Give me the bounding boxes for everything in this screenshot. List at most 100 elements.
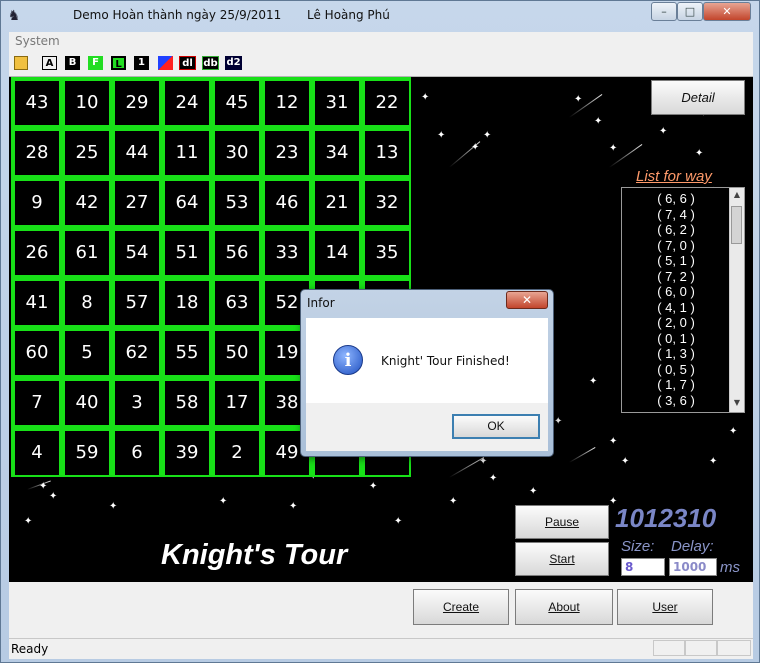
close-button[interactable]: ✕ — [703, 2, 751, 21]
dialog-close-button[interactable]: ✕ — [506, 291, 548, 309]
start-button[interactable]: Start — [515, 542, 609, 576]
star-decoration: ✦ — [659, 126, 668, 137]
board-cell[interactable]: 60 — [15, 331, 59, 375]
board-cell[interactable]: 17 — [215, 381, 259, 425]
maximize-button[interactable]: □ — [677, 2, 703, 21]
board-cell[interactable]: 29 — [115, 81, 159, 125]
list-item[interactable]: ( 6, 2 ) — [622, 222, 744, 238]
scroll-down-icon[interactable]: ▼ — [732, 398, 742, 408]
menu-system[interactable]: System — [15, 34, 60, 48]
dialog-ok-button[interactable]: OK — [452, 414, 540, 439]
toolbar-button-1[interactable]: 1 — [134, 56, 149, 70]
scroll-up-icon[interactable]: ▲ — [732, 190, 742, 200]
board-cell[interactable]: 58 — [165, 381, 209, 425]
detail-button[interactable]: Detail — [651, 80, 745, 115]
board-cell[interactable]: 59 — [65, 431, 109, 475]
board-cell[interactable]: 21 — [315, 181, 359, 225]
board-cell[interactable]: 7 — [15, 381, 59, 425]
board-cell[interactable]: 57 — [115, 281, 159, 325]
board-cell[interactable]: 2 — [215, 431, 259, 475]
board-cell[interactable]: 4 — [15, 431, 59, 475]
board-cell[interactable]: 40 — [65, 381, 109, 425]
board-cell[interactable]: 42 — [65, 181, 109, 225]
toolbar-button-dl[interactable]: dl — [179, 56, 196, 70]
board-cell[interactable]: 63 — [215, 281, 259, 325]
user-button[interactable]: User — [617, 589, 713, 625]
scroll-thumb[interactable] — [731, 206, 742, 244]
app-icon[interactable]: ♞ — [5, 7, 23, 25]
board-cell[interactable]: 39 — [165, 431, 209, 475]
color-square-icon[interactable] — [158, 56, 173, 70]
board-cell[interactable]: 55 — [165, 331, 209, 375]
board-cell[interactable]: 11 — [165, 131, 209, 175]
minimize-button[interactable]: – — [651, 2, 677, 21]
size-input[interactable]: 8 — [621, 558, 665, 576]
list-item[interactable]: ( 0, 1 ) — [622, 331, 744, 347]
toolbar-button-b[interactable]: B — [65, 56, 80, 70]
board-cell[interactable]: 32 — [365, 181, 409, 225]
board-cell[interactable]: 50 — [215, 331, 259, 375]
board-cell[interactable]: 22 — [365, 81, 409, 125]
list-item[interactable]: ( 0, 5 ) — [622, 362, 744, 378]
board-cell[interactable]: 35 — [365, 231, 409, 275]
toolbar-button-f[interactable]: F — [88, 56, 103, 70]
star-decoration: ✦ — [289, 501, 298, 512]
list-item[interactable]: ( 6, 0 ) — [622, 284, 744, 300]
delay-input[interactable]: 1000 — [669, 558, 717, 576]
open-folder-icon[interactable] — [14, 56, 28, 70]
board-cell[interactable]: 27 — [115, 181, 159, 225]
toolbar-button-d2[interactable]: d2 — [225, 56, 242, 70]
path-list[interactable]: ( 6, 6 )( 7, 4 )( 6, 2 )( 7, 0 )( 5, 1 )… — [621, 187, 745, 413]
list-item[interactable]: ( 7, 4 ) — [622, 207, 744, 223]
board-cell[interactable]: 44 — [115, 131, 159, 175]
board-cell[interactable]: 43 — [15, 81, 59, 125]
board-cell[interactable]: 14 — [315, 231, 359, 275]
board-cell[interactable]: 12 — [265, 81, 309, 125]
list-item[interactable]: ( 7, 2 ) — [622, 269, 744, 285]
board-cell[interactable]: 46 — [265, 181, 309, 225]
create-button[interactable]: Create — [413, 589, 509, 625]
list-item[interactable]: ( 1, 3 ) — [622, 346, 744, 362]
board-cell[interactable]: 28 — [15, 131, 59, 175]
board-cell[interactable]: 5 — [65, 331, 109, 375]
title-bar[interactable]: ♞ Demo Hoàn thành ngày 25/9/2011 Lê Hoàn… — [1, 1, 759, 31]
board-cell[interactable]: 10 — [65, 81, 109, 125]
board-cell[interactable]: 61 — [65, 231, 109, 275]
board-cell[interactable]: 26 — [15, 231, 59, 275]
list-item[interactable]: ( 1, 7 ) — [622, 377, 744, 393]
board-cell[interactable]: 24 — [165, 81, 209, 125]
board-cell[interactable]: 30 — [215, 131, 259, 175]
board-cell[interactable]: 54 — [115, 231, 159, 275]
board-cell[interactable]: 56 — [215, 231, 259, 275]
list-item[interactable]: ( 6, 6 ) — [622, 191, 744, 207]
board-cell[interactable]: 53 — [215, 181, 259, 225]
board-cell[interactable]: 25 — [65, 131, 109, 175]
board-cell[interactable]: 45 — [215, 81, 259, 125]
board-cell[interactable]: 64 — [165, 181, 209, 225]
board-cell[interactable]: 62 — [115, 331, 159, 375]
board-cell[interactable]: 51 — [165, 231, 209, 275]
board-cell[interactable]: 31 — [315, 81, 359, 125]
board-cell[interactable]: 33 — [265, 231, 309, 275]
list-item[interactable]: ( 4, 1 ) — [622, 300, 744, 316]
list-scrollbar[interactable]: ▲ ▼ — [729, 188, 744, 412]
board-cell[interactable]: 13 — [365, 131, 409, 175]
pause-button[interactable]: Pause — [515, 505, 609, 539]
board-cell[interactable]: 3 — [115, 381, 159, 425]
board-cell[interactable]: 8 — [65, 281, 109, 325]
list-item[interactable]: ( 3, 6 ) — [622, 393, 744, 409]
board-cell[interactable]: 6 — [115, 431, 159, 475]
board-cell[interactable]: 34 — [315, 131, 359, 175]
list-item[interactable]: ( 2, 0 ) — [622, 315, 744, 331]
about-button[interactable]: About — [515, 589, 613, 625]
board-cell[interactable]: 9 — [15, 181, 59, 225]
menu-bar: System — [9, 32, 753, 50]
list-item[interactable]: ( 7, 0 ) — [622, 238, 744, 254]
board-cell[interactable]: 41 — [15, 281, 59, 325]
board-cell[interactable]: 18 — [165, 281, 209, 325]
board-cell[interactable]: 23 — [265, 131, 309, 175]
list-item[interactable]: ( 5, 1 ) — [622, 253, 744, 269]
toolbar-button-db[interactable]: db — [202, 56, 219, 70]
toolbar-button-l[interactable]: L — [111, 56, 126, 70]
toolbar-button-a[interactable]: A — [42, 56, 57, 70]
